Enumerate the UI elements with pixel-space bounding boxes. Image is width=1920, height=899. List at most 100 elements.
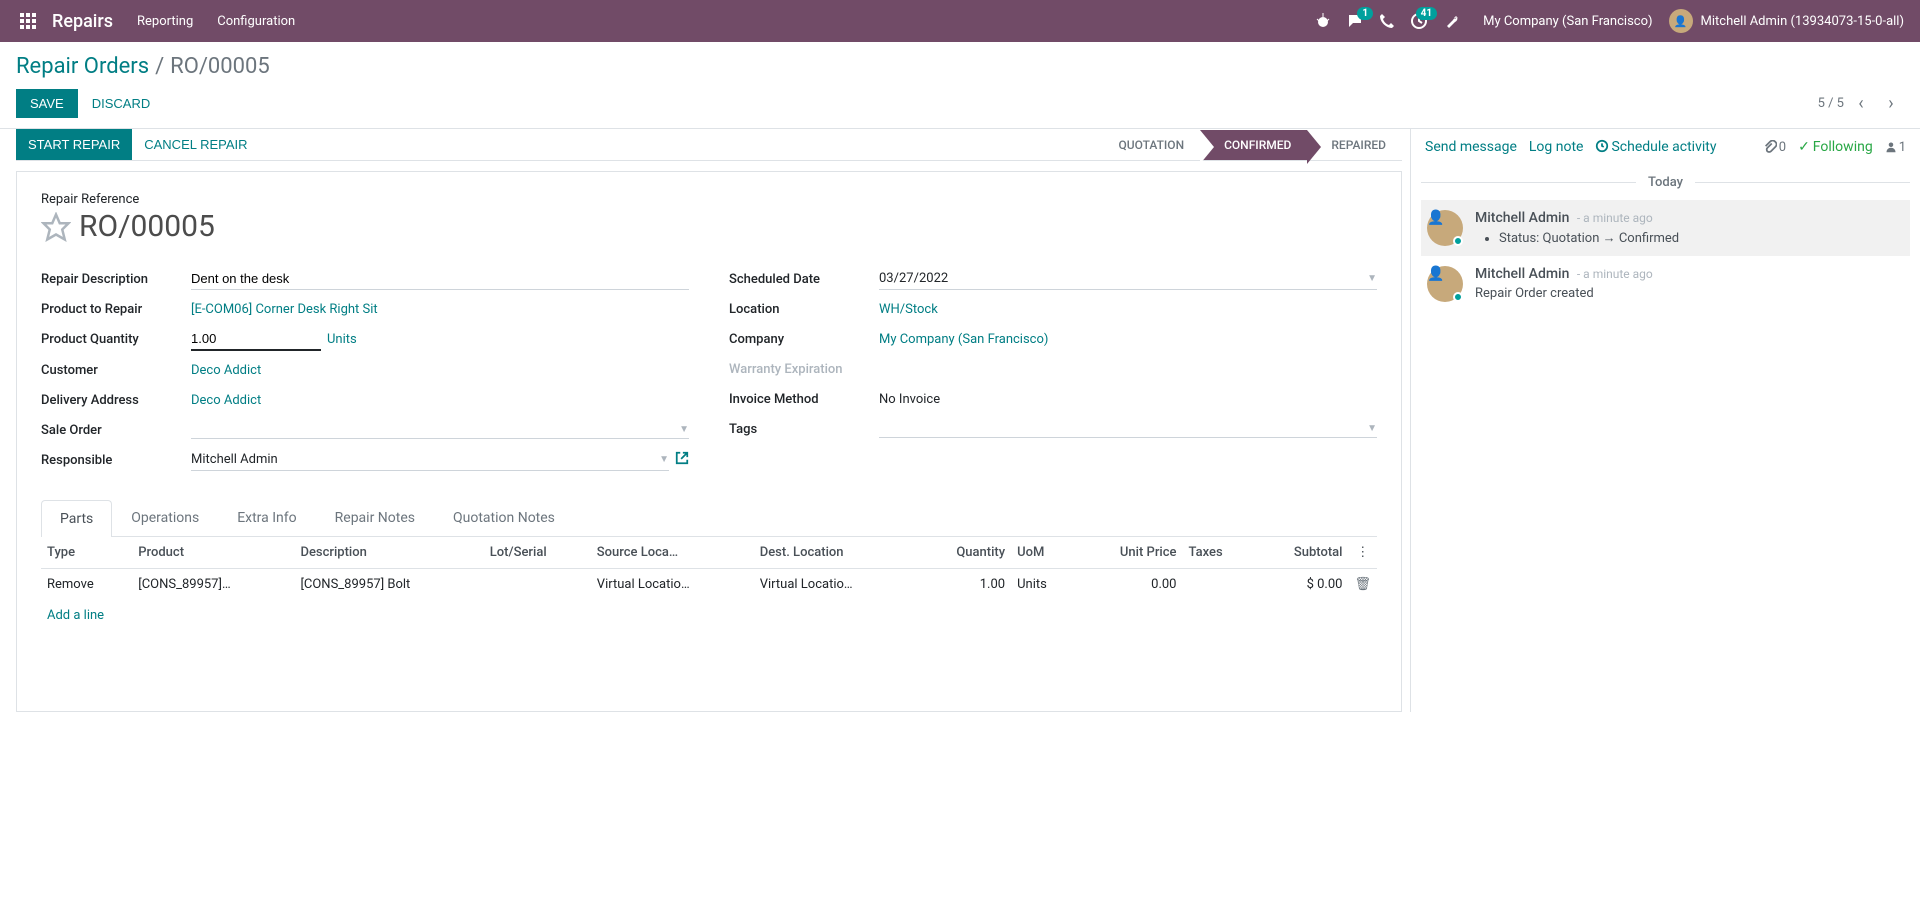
phone-icon[interactable] bbox=[1379, 13, 1395, 29]
customer-link[interactable]: Deco Addict bbox=[191, 363, 261, 378]
tab-parts[interactable]: Parts bbox=[41, 500, 112, 537]
pager-text: 5 / 5 bbox=[1818, 96, 1844, 111]
attachment-button[interactable]: 0 bbox=[1763, 140, 1786, 155]
breadcrumb-parent[interactable]: Repair Orders bbox=[16, 54, 149, 79]
tab-repair-notes[interactable]: Repair Notes bbox=[316, 499, 434, 536]
table-row[interactable]: Remove [CONS_89957]… [CONS_89957] Bolt V… bbox=[41, 569, 1377, 601]
company-label: Company bbox=[729, 332, 879, 347]
statusbar: START REPAIR CANCEL REPAIR QUOTATION CON… bbox=[16, 129, 1402, 161]
page-title: RO/00005 bbox=[79, 209, 215, 244]
stage-repaired[interactable]: REPAIRED bbox=[1307, 130, 1402, 160]
action-row: SAVE DISCARD 5 / 5 ‹ › bbox=[0, 85, 1920, 128]
loc-label: Location bbox=[729, 302, 879, 317]
save-button[interactable]: SAVE bbox=[16, 89, 78, 118]
pager: 5 / 5 ‹ › bbox=[1818, 91, 1904, 117]
tags-dropdown[interactable]: ▼ bbox=[879, 420, 1377, 438]
customer-label: Customer bbox=[41, 363, 191, 378]
following-button[interactable]: ✓ Following bbox=[1798, 139, 1873, 155]
msg-bullet: Status: Quotation → Confirmed bbox=[1499, 230, 1904, 246]
form-left-col: Repair Description Product to Repair [E-… bbox=[41, 264, 689, 475]
trash-icon[interactable]: 🗑 bbox=[1354, 577, 1371, 592]
add-line-row: Add a line bbox=[41, 600, 1377, 631]
stage-confirmed[interactable]: CONFIRMED bbox=[1200, 130, 1307, 160]
stage-quotation[interactable]: QUOTATION bbox=[1105, 130, 1201, 160]
ref-label: Repair Reference bbox=[41, 192, 1377, 207]
th-lot: Lot/Serial bbox=[484, 537, 591, 569]
parts-table: Type Product Description Lot/Serial Sour… bbox=[41, 537, 1377, 691]
breadcrumb-sep: / bbox=[155, 54, 164, 79]
invoice-label: Invoice Method bbox=[729, 392, 879, 407]
tab-extra-info[interactable]: Extra Info bbox=[218, 499, 315, 536]
activity-badge: 41 bbox=[1416, 7, 1437, 20]
apps-icon[interactable] bbox=[16, 9, 40, 33]
resp-dropdown[interactable]: Mitchell Admin▼ bbox=[191, 449, 669, 471]
external-link-icon[interactable] bbox=[675, 451, 689, 469]
sale-dropdown[interactable]: ▼ bbox=[191, 421, 689, 439]
cell-lot bbox=[484, 569, 591, 601]
qty-unit[interactable]: Units bbox=[327, 332, 357, 347]
msg-author: Mitchell Admin bbox=[1475, 266, 1569, 282]
star-icon[interactable] bbox=[41, 212, 71, 242]
form-sheet: Repair Reference RO/00005 Repair Descrip… bbox=[16, 171, 1402, 712]
th-src: Source Loca… bbox=[591, 537, 754, 569]
company-selector[interactable]: My Company (San Francisco) bbox=[1483, 14, 1652, 29]
product-label: Product to Repair bbox=[41, 302, 191, 317]
th-description: Description bbox=[294, 537, 483, 569]
activity-icon[interactable]: 41 bbox=[1411, 13, 1427, 29]
content-wrap: START REPAIR CANCEL REPAIR QUOTATION CON… bbox=[0, 128, 1920, 712]
loc-link[interactable]: WH/Stock bbox=[879, 302, 938, 317]
bug-icon[interactable] bbox=[1315, 13, 1331, 29]
sched-label: Scheduled Date bbox=[729, 272, 879, 287]
pager-prev[interactable]: ‹ bbox=[1848, 91, 1874, 117]
sale-label: Sale Order bbox=[41, 423, 191, 438]
warranty-label: Warranty Expiration bbox=[729, 362, 879, 377]
qty-label: Product Quantity bbox=[41, 332, 191, 347]
th-menu[interactable]: ⋮ bbox=[1348, 537, 1377, 569]
breadcrumb-current: RO/00005 bbox=[170, 54, 270, 79]
send-message-link[interactable]: Send message bbox=[1425, 139, 1517, 155]
tabs: Parts Operations Extra Info Repair Notes… bbox=[41, 499, 1377, 537]
discard-button[interactable]: DISCARD bbox=[78, 89, 165, 118]
delivery-label: Delivery Address bbox=[41, 393, 191, 408]
cell-type: Remove bbox=[41, 569, 132, 601]
th-unit-price: Unit Price bbox=[1076, 537, 1183, 569]
tab-quotation-notes[interactable]: Quotation Notes bbox=[434, 499, 574, 536]
schedule-activity-link[interactable]: Schedule activity bbox=[1595, 139, 1716, 155]
log-note-link[interactable]: Log note bbox=[1529, 139, 1584, 155]
desc-label: Repair Description bbox=[41, 272, 191, 287]
pager-next[interactable]: › bbox=[1878, 91, 1904, 117]
msg-author: Mitchell Admin bbox=[1475, 210, 1569, 226]
app-brand[interactable]: Repairs bbox=[52, 11, 113, 32]
tab-operations[interactable]: Operations bbox=[112, 499, 218, 536]
chat-icon[interactable]: 1 bbox=[1347, 13, 1363, 29]
qty-input[interactable] bbox=[191, 328, 321, 351]
product-link[interactable]: [E-COM06] Corner Desk Right Sit bbox=[191, 302, 378, 317]
table-header-row: Type Product Description Lot/Serial Sour… bbox=[41, 537, 1377, 569]
cell-taxes bbox=[1183, 569, 1255, 601]
company-link[interactable]: My Company (San Francisco) bbox=[879, 332, 1048, 347]
th-uom: UoM bbox=[1011, 537, 1076, 569]
chatter: Send message Log note Schedule activity … bbox=[1410, 129, 1920, 712]
cancel-repair-button[interactable]: CANCEL REPAIR bbox=[132, 129, 259, 160]
message: 👤 Mitchell Admin - a minute ago Status: … bbox=[1421, 200, 1910, 256]
chatter-top: Send message Log note Schedule activity … bbox=[1421, 129, 1910, 165]
cell-subtotal: $ 0.00 bbox=[1254, 569, 1348, 601]
desc-input[interactable] bbox=[191, 268, 689, 290]
msg-time: - a minute ago bbox=[1577, 211, 1653, 225]
msg-time: - a minute ago bbox=[1577, 267, 1653, 281]
menu-configuration[interactable]: Configuration bbox=[217, 14, 295, 29]
message: 👤 Mitchell Admin - a minute ago Repair O… bbox=[1421, 256, 1910, 312]
followers-button[interactable]: 1 bbox=[1885, 140, 1906, 155]
cell-uom: Units bbox=[1011, 569, 1076, 601]
th-subtotal: Subtotal bbox=[1254, 537, 1348, 569]
user-menu[interactable]: 👤 Mitchell Admin (13934073-15-0-all) bbox=[1669, 9, 1904, 33]
start-repair-button[interactable]: START REPAIR bbox=[16, 129, 132, 160]
th-product: Product bbox=[132, 537, 294, 569]
msg-body-text: Repair Order created bbox=[1475, 286, 1904, 301]
delivery-link[interactable]: Deco Addict bbox=[191, 393, 261, 408]
sched-input[interactable]: 03/27/2022▼ bbox=[879, 268, 1377, 290]
add-line-link[interactable]: Add a line bbox=[47, 608, 104, 623]
wrench-icon[interactable] bbox=[1443, 13, 1459, 29]
avatar: 👤 bbox=[1427, 266, 1463, 302]
menu-reporting[interactable]: Reporting bbox=[137, 14, 193, 29]
